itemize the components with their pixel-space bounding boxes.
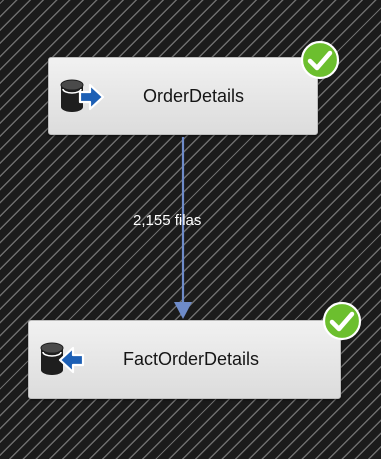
connector-arrowhead: [174, 302, 192, 319]
database-destination-arrow-icon: [40, 342, 85, 375]
database-source-arrow-icon: [60, 79, 105, 112]
success-check-icon: [322, 301, 362, 341]
success-check-icon: [300, 40, 340, 80]
data-flow-canvas[interactable]: 2,155 filas OrderDetails FactOrderDetail…: [0, 0, 381, 459]
source-component-label: OrderDetails: [143, 86, 245, 106]
source-component-orderdetails[interactable]: OrderDetails: [48, 57, 318, 135]
row-count-label: 2,155 filas: [133, 212, 202, 229]
destination-component-label: FactOrderDetails: [123, 349, 260, 369]
destination-component-factorderdetails[interactable]: FactOrderDetails: [28, 320, 341, 399]
